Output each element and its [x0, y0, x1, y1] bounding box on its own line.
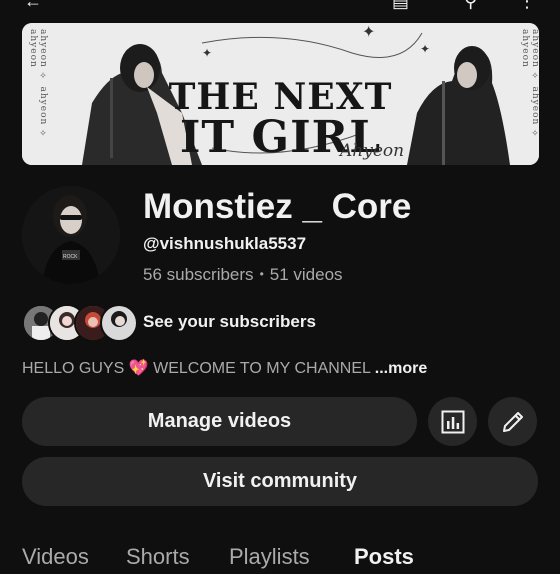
- svg-text:✦: ✦: [202, 46, 212, 60]
- channel-tabs: Videos Shorts Playlists Posts: [0, 544, 560, 574]
- search-icon[interactable]: ⚲: [464, 0, 477, 10]
- see-subscribers-row[interactable]: See your subscribers: [22, 304, 342, 342]
- analytics-button[interactable]: [428, 397, 477, 446]
- banner-signature: Ahyeon: [340, 141, 405, 161]
- more-vert-icon[interactable]: ⋮: [518, 0, 536, 10]
- tab-videos[interactable]: Videos: [22, 544, 89, 570]
- manage-videos-label: Manage videos: [147, 410, 292, 432]
- tab-playlists[interactable]: Playlists: [229, 544, 310, 570]
- video-count: 51 videos: [269, 265, 343, 284]
- top-app-bar: ← ▤ ⚲ ⋮: [0, 0, 560, 14]
- svg-text:✦: ✦: [420, 42, 430, 56]
- more-link[interactable]: ...more: [375, 360, 427, 377]
- see-subscribers-link[interactable]: See your subscribers: [143, 312, 316, 332]
- subscriber-count: 56 subscribers: [143, 265, 254, 284]
- stats-separator: •: [259, 267, 264, 281]
- banner-title-line2: IT GIRL: [179, 112, 382, 163]
- svg-text:ROCK: ROCK: [63, 254, 78, 260]
- channel-banner: ✦ ✦ ✦ ahyeon ✧ ahyeon ✧ ahyeon ahyeon ✧ …: [22, 23, 539, 165]
- channel-description[interactable]: HELLO GUYS 💖 WELCOME TO MY CHANNEL ...mo…: [22, 358, 427, 378]
- channel-stats: 56 subscribers • 51 videos: [143, 265, 343, 285]
- channel-name: Monstiez _ Core: [143, 187, 412, 226]
- arrow-left-icon[interactable]: ←: [24, 0, 42, 10]
- sparkling-heart-emoji: 💖: [128, 360, 149, 377]
- avatar-image: ROCK: [22, 186, 120, 284]
- description-text-rest: WELCOME TO MY CHANNEL: [153, 360, 371, 377]
- description-text: HELLO GUYS: [22, 360, 125, 377]
- analytics-icon: [441, 410, 464, 433]
- banner-title-line1: THE NEXT: [168, 76, 393, 118]
- tab-shorts[interactable]: Shorts: [126, 544, 190, 570]
- edit-channel-button[interactable]: [488, 397, 537, 446]
- visit-community-label: Visit community: [202, 470, 358, 492]
- manage-videos-button[interactable]: Manage videos: [22, 397, 417, 446]
- pencil-icon: [502, 411, 523, 432]
- cast-icon[interactable]: ▤: [392, 0, 409, 10]
- svg-text:✦: ✦: [362, 24, 375, 41]
- subscriber-avatar: [100, 304, 138, 342]
- tab-posts[interactable]: Posts: [354, 544, 414, 570]
- visit-community-button[interactable]: Visit community: [22, 457, 538, 506]
- channel-handle: @vishnushukla5537: [143, 234, 307, 253]
- channel-avatar[interactable]: ROCK: [22, 186, 120, 284]
